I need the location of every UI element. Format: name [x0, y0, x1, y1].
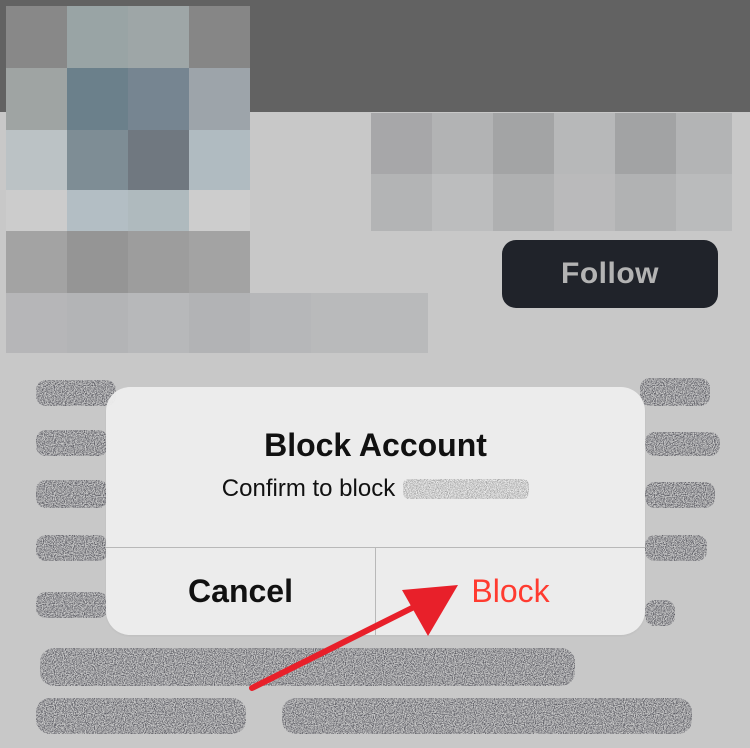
- modal-dim-overlay: [0, 0, 750, 748]
- dialog-message: Confirm to block: [106, 475, 645, 503]
- redacted-username: [403, 479, 530, 499]
- dialog-message-text: Confirm to block: [221, 475, 396, 502]
- cancel-button[interactable]: Cancel: [106, 548, 375, 635]
- block-button[interactable]: Block: [376, 548, 645, 635]
- block-account-dialog: Block Account Confirm to block Cancel Bl…: [106, 387, 645, 635]
- dialog-content: Block Account Confirm to block: [106, 387, 645, 547]
- dialog-title: Block Account: [264, 427, 487, 463]
